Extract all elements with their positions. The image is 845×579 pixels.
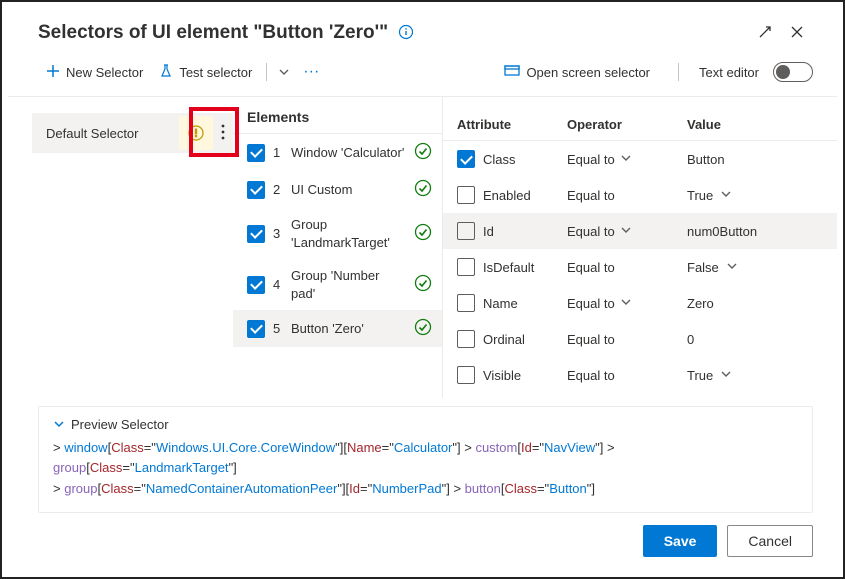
element-row[interactable]: 2 UI Custom (233, 171, 442, 208)
checkbox[interactable] (457, 258, 475, 276)
col-value: Value (687, 117, 823, 132)
element-index: 4 (273, 277, 283, 292)
dialog-title: Selectors of UI element "Button 'Zero'" (38, 22, 388, 44)
preview-selector-heading: Preview Selector (71, 417, 169, 432)
check-ok-icon (414, 274, 432, 295)
element-index: 3 (273, 226, 283, 241)
checkbox[interactable] (457, 150, 475, 168)
element-row[interactable]: 4 Group 'Number pad' (233, 259, 442, 310)
col-attribute: Attribute (457, 117, 567, 132)
save-button[interactable]: Save (643, 525, 718, 557)
attribute-value: num0Button (687, 224, 757, 239)
open-screen-selector-button[interactable]: Open screen selector (496, 56, 658, 88)
element-index: 5 (273, 321, 283, 336)
element-label: Button 'Zero' (291, 320, 406, 338)
check-ok-icon (414, 223, 432, 244)
check-ok-icon (414, 318, 432, 339)
preview-selector-text: > window[Class="Windows.UI.Core.CoreWind… (53, 438, 798, 500)
test-selector-chevron[interactable] (273, 56, 295, 88)
preview-selector-toggle[interactable]: Preview Selector (53, 417, 798, 432)
attribute-row[interactable]: Id Equal to num0Button (443, 213, 837, 249)
checkbox[interactable] (247, 225, 265, 243)
attribute-name: Ordinal (483, 332, 525, 347)
attribute-name: Visible (483, 368, 521, 383)
attribute-value: True (687, 368, 713, 383)
checkbox[interactable] (247, 276, 265, 294)
new-selector-button[interactable]: New Selector (38, 56, 151, 88)
screen-icon (504, 64, 520, 81)
flask-icon (159, 64, 173, 81)
attribute-value: Zero (687, 296, 714, 311)
element-label: Window 'Calculator' (291, 144, 406, 162)
operator-value: Equal to (567, 332, 615, 347)
elements-heading: Elements (233, 109, 442, 134)
operator-value: Equal to (567, 224, 615, 239)
operator-value: Equal to (567, 152, 615, 167)
element-index: 1 (273, 145, 283, 160)
attribute-name: Enabled (483, 188, 531, 203)
attribute-row[interactable]: Visible Equal to True (443, 357, 837, 393)
open-screen-selector-label: Open screen selector (526, 65, 650, 80)
attribute-value: False (687, 260, 719, 275)
chevron-down-icon[interactable] (721, 369, 731, 382)
selector-item-label: Default Selector (46, 126, 139, 141)
checkbox[interactable] (457, 222, 475, 240)
element-label: Group 'LandmarkTarget' (291, 216, 406, 251)
attribute-row[interactable]: Class Equal to Button (443, 141, 837, 177)
operator-value: Equal to (567, 296, 615, 311)
chevron-down-icon[interactable] (727, 261, 737, 274)
chevron-down-icon[interactable] (621, 225, 631, 238)
separator (678, 63, 679, 81)
attribute-value: True (687, 188, 713, 203)
element-row[interactable]: 1 Window 'Calculator' (233, 134, 442, 171)
attribute-name: Id (483, 224, 494, 239)
preview-selector-panel: Preview Selector > window[Class="Windows… (38, 406, 813, 513)
info-icon[interactable] (398, 24, 414, 43)
operator-value: Equal to (567, 260, 615, 275)
checkbox[interactable] (457, 330, 475, 348)
attribute-name: IsDefault (483, 260, 534, 275)
separator (266, 63, 267, 81)
more-icon[interactable]: ··· (295, 63, 327, 81)
element-index: 2 (273, 182, 283, 197)
close-icon[interactable] (781, 25, 813, 42)
text-editor-toggle[interactable] (773, 62, 813, 82)
checkbox[interactable] (457, 294, 475, 312)
col-operator: Operator (567, 117, 687, 132)
warning-icon (179, 116, 213, 150)
attribute-row[interactable]: Name Equal to Zero (443, 285, 837, 321)
chevron-down-icon[interactable] (721, 189, 731, 202)
plus-icon (46, 64, 60, 81)
attribute-name: Class (483, 152, 516, 167)
text-editor-label: Text editor (699, 65, 759, 80)
attribute-name: Name (483, 296, 518, 311)
attribute-row[interactable]: Ordinal Equal to 0 (443, 321, 837, 357)
element-row[interactable]: 3 Group 'LandmarkTarget' (233, 208, 442, 259)
attribute-row[interactable]: Enabled Equal to True (443, 177, 837, 213)
restore-icon[interactable] (749, 25, 781, 42)
checkbox[interactable] (457, 186, 475, 204)
checkbox[interactable] (457, 366, 475, 384)
operator-value: Equal to (567, 188, 615, 203)
chevron-down-icon[interactable] (621, 297, 631, 310)
attribute-row[interactable]: IsDefault Equal to False (443, 249, 837, 285)
check-ok-icon (414, 179, 432, 200)
new-selector-label: New Selector (66, 65, 143, 80)
checkbox[interactable] (247, 320, 265, 338)
element-label: Group 'Number pad' (291, 267, 406, 302)
cancel-button[interactable]: Cancel (727, 525, 813, 557)
test-selector-button[interactable]: Test selector (151, 56, 260, 88)
chevron-down-icon[interactable] (621, 153, 631, 166)
selector-item-default[interactable]: Default Selector (32, 113, 233, 153)
kebab-icon[interactable] (221, 124, 225, 143)
attribute-value: Button (687, 152, 725, 167)
element-row[interactable]: 5 Button 'Zero' (233, 310, 442, 347)
checkbox[interactable] (247, 181, 265, 199)
element-label: UI Custom (291, 181, 406, 199)
operator-value: Equal to (567, 368, 615, 383)
attribute-value: 0 (687, 332, 694, 347)
test-selector-label: Test selector (179, 65, 252, 80)
checkbox[interactable] (247, 144, 265, 162)
check-ok-icon (414, 142, 432, 163)
